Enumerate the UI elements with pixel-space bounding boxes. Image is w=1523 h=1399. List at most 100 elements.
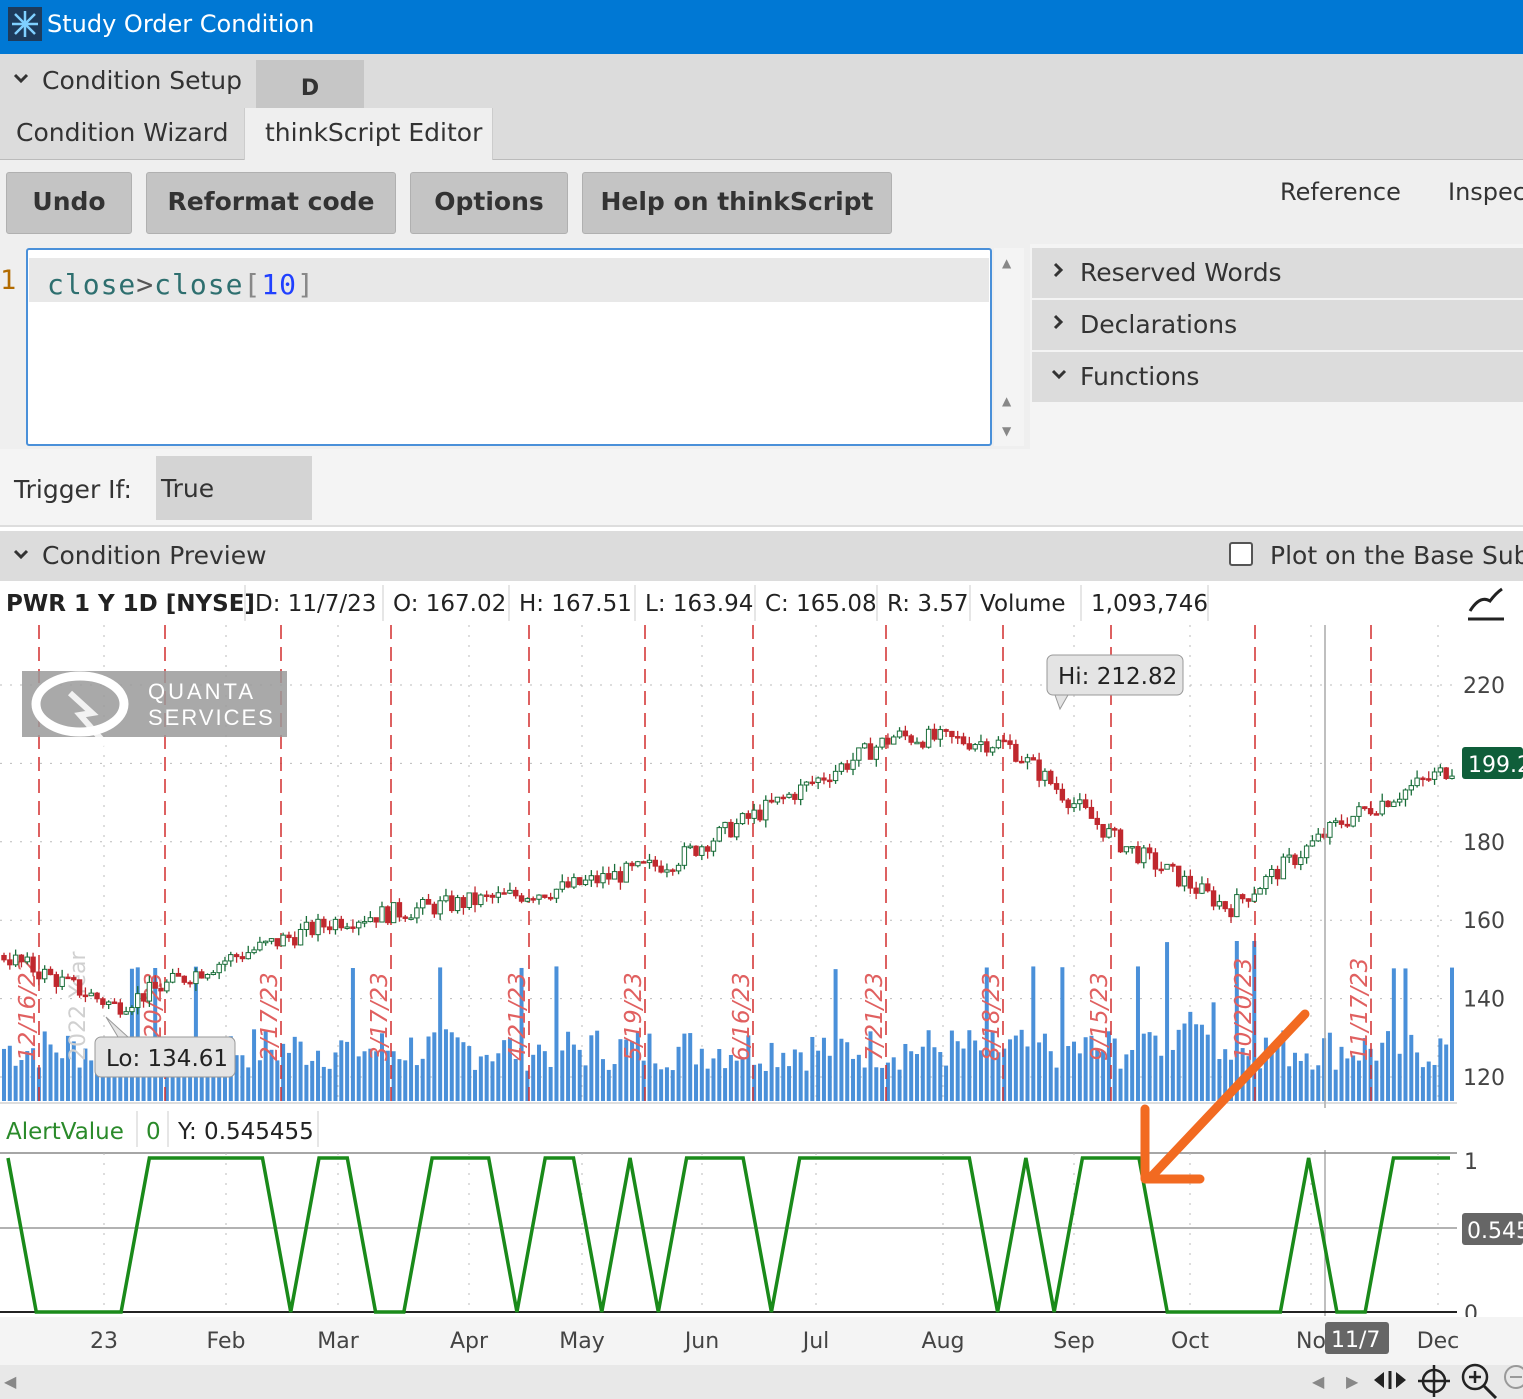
undo-button[interactable]: Undo — [6, 172, 132, 234]
volume-bar — [1397, 1053, 1402, 1101]
candle-body — [1106, 828, 1112, 838]
options-button[interactable]: Options — [410, 172, 568, 234]
volume-bar — [1042, 1033, 1047, 1101]
trigger-if-label: Trigger If: — [14, 475, 132, 504]
current-price-badge: 199.2 — [1462, 747, 1523, 779]
tab-condition-wizard[interactable]: Condition Wizard — [0, 108, 244, 160]
svg-text:11/7: 11/7 — [1331, 1328, 1380, 1353]
candle-body — [972, 744, 978, 750]
candle-body — [547, 896, 554, 900]
candle-body — [1187, 875, 1194, 889]
chevron-down-icon[interactable] — [12, 545, 30, 567]
candle-body — [722, 821, 728, 829]
candle-body — [501, 892, 507, 895]
tab-d[interactable]: D — [256, 60, 364, 108]
candle-body — [844, 763, 850, 770]
volume-bar — [711, 1058, 716, 1101]
reference-reserved-words[interactable]: Reserved Words — [1032, 248, 1523, 298]
candle-body — [419, 898, 426, 909]
logo-line1: QUANTA — [148, 679, 256, 704]
vertical-date-label: 4/21/23 — [505, 972, 531, 1061]
candle-body — [850, 759, 856, 770]
candle-body — [158, 987, 164, 992]
volume-bar — [600, 1059, 605, 1101]
volume-bar — [467, 1046, 472, 1101]
reference-functions[interactable]: Functions — [1032, 352, 1523, 402]
candle-body — [594, 875, 600, 884]
logo-line2: SERVICES — [148, 705, 275, 730]
candle-body — [1001, 739, 1007, 743]
candle-body — [617, 871, 624, 883]
candle-body — [1048, 770, 1054, 785]
volume-bar — [670, 1070, 675, 1101]
condition-preview-header[interactable]: Condition Preview Plot on the Base Subg — [0, 531, 1523, 581]
candle-body — [896, 730, 903, 738]
scroll-down-icon[interactable]: ▼ — [1002, 424, 1011, 438]
volume-bar — [560, 1050, 565, 1101]
chart-style-icon[interactable] — [1468, 587, 1504, 621]
volume-bar — [694, 1064, 699, 1101]
candle-body — [1164, 863, 1170, 870]
scroll-up-icon[interactable]: ▲ — [1002, 256, 1011, 270]
candle-body — [704, 846, 711, 852]
candle-body — [1251, 893, 1257, 902]
alert-y: Y: 0.545455 — [177, 1119, 314, 1145]
candle-body — [1077, 799, 1083, 805]
month-label: Dec — [1417, 1329, 1460, 1354]
candle-body — [1263, 876, 1269, 890]
editor-scrollbar[interactable]: ▲ ▲ ▼ — [994, 248, 1024, 446]
condition-setup-header[interactable]: Condition Setup D — [0, 54, 1523, 108]
candle-body — [1135, 846, 1141, 864]
candle-body — [1123, 846, 1130, 853]
candle-body — [803, 781, 810, 786]
tab-thinkscript-editor[interactable]: thinkScript Editor — [244, 108, 493, 160]
scroll-left-icon[interactable]: ◀ — [1312, 1372, 1325, 1391]
code-text[interactable]: close>close[10] — [47, 268, 315, 301]
scroll-up-icon[interactable]: ▲ — [1002, 394, 1011, 408]
trigger-value-dropdown[interactable]: True — [156, 456, 312, 520]
candle-body — [1175, 865, 1182, 887]
candle-body — [1292, 854, 1298, 866]
candle-body — [1146, 847, 1153, 854]
volume-bar — [333, 1052, 338, 1101]
reformat-code-button[interactable]: Reformat code — [146, 172, 396, 234]
candle-body — [856, 747, 862, 761]
candle-body — [1414, 777, 1420, 787]
vertical-date-label: 3/17/23 — [367, 972, 393, 1061]
volume-bar — [1182, 1023, 1187, 1101]
help-on-thinkscript-button[interactable]: Help on thinkScript — [582, 172, 892, 234]
candle-body — [658, 865, 664, 873]
code-editor[interactable]: close>close[10] — [26, 248, 992, 446]
volume-bar — [961, 1048, 966, 1101]
month-label: No — [1296, 1329, 1326, 1354]
volume-bar — [1199, 1024, 1204, 1101]
month-label: Jun — [683, 1329, 719, 1354]
title-bar: Study Order Condition — [0, 0, 1523, 54]
volume-bar — [775, 1067, 780, 1101]
plot-on-base-label: Plot on the Base Subg — [1270, 541, 1523, 570]
volume-bar — [856, 1054, 861, 1101]
plot-on-base-checkbox[interactable] — [1229, 542, 1253, 566]
scroll-right-icon[interactable]: ▶ — [1346, 1372, 1359, 1391]
candle-body — [1245, 898, 1252, 902]
reference-declarations[interactable]: Declarations — [1032, 300, 1523, 350]
candle-body — [1350, 815, 1356, 827]
scroll-left-icon[interactable]: ◀ — [4, 1372, 17, 1391]
volume-bar — [1141, 1033, 1146, 1101]
volume-bar — [1310, 1069, 1315, 1101]
chevron-down-icon[interactable] — [12, 68, 30, 92]
inspector-tab[interactable]: Inspec — [1448, 178, 1523, 206]
candle-body — [1193, 887, 1199, 894]
candle-body — [542, 894, 548, 898]
condition-preview-chart[interactable]: PWR 1 Y 1D [NYSE] D: 11/7/23 O: 167.02 H… — [0, 581, 1523, 1399]
reference-tab[interactable]: Reference — [1280, 178, 1401, 206]
candle-body — [1030, 757, 1037, 761]
candle-body — [140, 993, 147, 1002]
volume-bar — [914, 1054, 919, 1101]
volume-bar — [763, 1070, 768, 1101]
volume-bar — [478, 1056, 483, 1101]
candle-body — [483, 894, 490, 898]
volume-bar — [949, 1030, 954, 1101]
volume-bar — [723, 1068, 728, 1101]
volume-bar — [1356, 1060, 1361, 1101]
